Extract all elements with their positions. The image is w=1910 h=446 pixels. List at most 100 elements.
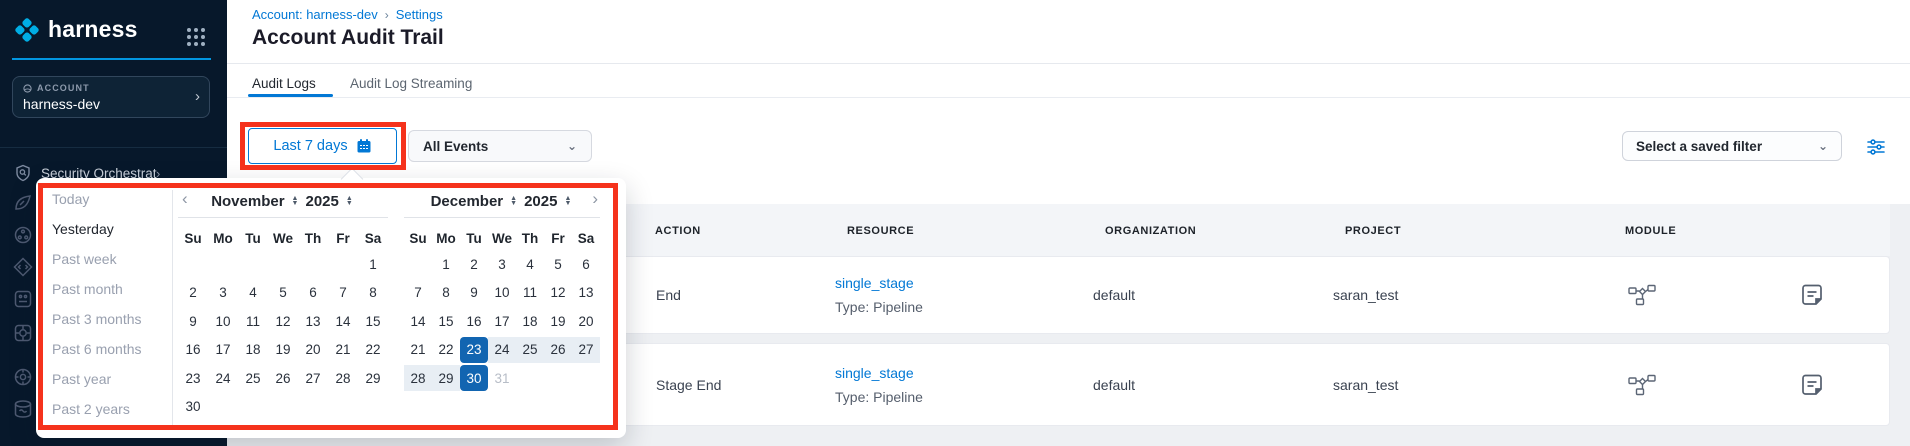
calendar-day[interactable]: 12 — [544, 280, 572, 306]
calendar-day[interactable]: 5 — [268, 280, 298, 306]
calendar-day[interactable]: 25 — [516, 337, 544, 363]
calendar-day[interactable]: 3 — [208, 280, 238, 306]
stepper-icon[interactable]: ▲▼ — [346, 196, 353, 206]
resource-link[interactable]: single_stage — [835, 365, 923, 381]
notes-icon[interactable] — [1799, 282, 1825, 308]
calendar-day[interactable]: 18 — [238, 337, 268, 363]
datepicker-quick-option[interactable]: Past week — [52, 244, 168, 274]
registry-module-icon[interactable] — [12, 288, 34, 310]
calendar-day[interactable]: 14 — [328, 308, 358, 334]
event-type-dropdown[interactable]: All Events ⌄ — [408, 130, 592, 162]
calendar-day[interactable]: 24 — [488, 337, 516, 363]
calendar-day[interactable]: 6 — [298, 280, 328, 306]
account-selector[interactable]: ACCOUNT harness-dev › — [12, 76, 210, 118]
calendar-day[interactable]: 12 — [268, 308, 298, 334]
calendar-day[interactable]: 22 — [358, 337, 388, 363]
calendar-day[interactable]: 30 — [460, 365, 488, 391]
calendar-day[interactable]: 20 — [572, 308, 600, 334]
datepicker-quick-option[interactable]: Past 3 months — [52, 304, 168, 334]
calendar-month-label[interactable]: November — [211, 193, 284, 210]
calendar-day[interactable]: 16 — [460, 308, 488, 334]
calendar-day[interactable]: 28 — [404, 365, 432, 391]
calendar-day[interactable]: 10 — [488, 280, 516, 306]
apps-grid-icon[interactable] — [187, 28, 205, 46]
datepicker-quick-option[interactable]: Past 2 years — [52, 394, 168, 424]
calendar-year-label[interactable]: 2025 — [524, 193, 557, 210]
calendar-day[interactable]: 11 — [516, 280, 544, 306]
calendar-prev-icon[interactable]: ‹ — [182, 189, 188, 209]
calendar-day[interactable]: 28 — [328, 365, 358, 391]
calendar-day[interactable]: 29 — [358, 365, 388, 391]
calendar-day[interactable]: 8 — [358, 280, 388, 306]
stepper-icon[interactable]: ▲▼ — [292, 196, 299, 206]
calendar-day[interactable]: 26 — [268, 365, 298, 391]
calendar-month-label[interactable]: December — [431, 193, 504, 210]
calendar-day[interactable]: 9 — [460, 280, 488, 306]
breadcrumb-account-link[interactable]: Account: harness-dev — [252, 7, 378, 22]
saved-filter-dropdown[interactable]: Select a saved filter ⌄ — [1622, 131, 1842, 161]
datepicker-quick-option[interactable]: Past year — [52, 364, 168, 394]
calendar-day[interactable]: 25 — [238, 365, 268, 391]
calendar-day[interactable]: 19 — [268, 337, 298, 363]
calendar-day[interactable]: 17 — [488, 308, 516, 334]
datepicker-quick-option[interactable]: Yesterday — [52, 214, 168, 244]
calendar-day[interactable]: 10 — [208, 308, 238, 334]
calendar-day[interactable]: 23 — [460, 337, 488, 363]
calendar-day[interactable]: 14 — [404, 308, 432, 334]
datepicker-quick-option[interactable]: Today — [52, 184, 168, 214]
calendar-day[interactable]: 7 — [404, 280, 432, 306]
database-module-icon[interactable] — [12, 398, 34, 420]
calendar-day[interactable]: 16 — [178, 337, 208, 363]
calendar-day[interactable]: 24 — [208, 365, 238, 391]
calendar-day[interactable]: 15 — [432, 308, 460, 334]
datepicker-quick-option[interactable]: Past month — [52, 274, 168, 304]
breadcrumb-settings-link[interactable]: Settings — [396, 7, 443, 22]
calendar-day[interactable]: 3 — [488, 251, 516, 277]
calendar-day[interactable]: 13 — [298, 308, 328, 334]
calendar-day[interactable]: 13 — [572, 280, 600, 306]
code-module-icon[interactable] — [12, 256, 34, 278]
calendar-day[interactable]: 30 — [178, 394, 208, 420]
calendar-day[interactable]: 7 — [328, 280, 358, 306]
calendar-day[interactable]: 29 — [432, 365, 460, 391]
calendar-day[interactable]: 5 — [544, 251, 572, 277]
tab-audit-log-streaming[interactable]: Audit Log Streaming — [350, 76, 472, 91]
calendar-day[interactable]: 8 — [432, 280, 460, 306]
calendar-day[interactable]: 4 — [238, 280, 268, 306]
calendar-day[interactable]: 21 — [404, 337, 432, 363]
chaos-module-icon[interactable] — [12, 224, 34, 246]
calendar-day[interactable]: 1 — [358, 251, 388, 277]
calendar-day[interactable]: 20 — [298, 337, 328, 363]
calendar-day[interactable]: 18 — [516, 308, 544, 334]
date-range-button[interactable]: Last 7 days — [248, 128, 397, 164]
calendar-day[interactable]: 27 — [298, 365, 328, 391]
calendar-day[interactable]: 2 — [178, 280, 208, 306]
calendar-day[interactable]: 23 — [178, 365, 208, 391]
settings-module-icon[interactable] — [12, 366, 34, 388]
calendar-day[interactable]: 21 — [328, 337, 358, 363]
calendar-day[interactable]: 27 — [572, 337, 600, 363]
calendar-day[interactable]: 11 — [238, 308, 268, 334]
calendar-day[interactable]: 31 — [488, 365, 516, 391]
tab-audit-logs[interactable]: Audit Logs — [252, 76, 316, 91]
stepper-icon[interactable]: ▲▼ — [510, 196, 517, 206]
pipelines-module-icon[interactable] — [12, 192, 34, 214]
notes-icon[interactable] — [1799, 372, 1825, 398]
calendar-year-label[interactable]: 2025 — [305, 193, 338, 210]
calendar-day[interactable]: 15 — [358, 308, 388, 334]
calendar-day[interactable]: 19 — [544, 308, 572, 334]
calendar-day[interactable]: 2 — [460, 251, 488, 277]
calendar-day[interactable]: 6 — [572, 251, 600, 277]
stepper-icon[interactable]: ▲▼ — [564, 196, 571, 206]
calendar-day[interactable]: 4 — [516, 251, 544, 277]
datepicker-quick-option[interactable]: Past 6 months — [52, 334, 168, 364]
calendar-next-icon[interactable]: › — [592, 189, 598, 209]
calendar-day[interactable]: 22 — [432, 337, 460, 363]
orchestration-module-icon[interactable] — [12, 322, 34, 344]
calendar-day[interactable]: 17 — [208, 337, 238, 363]
filter-sliders-icon[interactable] — [1866, 137, 1886, 157]
calendar-day[interactable]: 26 — [544, 337, 572, 363]
calendar-day[interactable]: 9 — [178, 308, 208, 334]
calendar-day[interactable]: 1 — [432, 251, 460, 277]
resource-link[interactable]: single_stage — [835, 275, 923, 291]
